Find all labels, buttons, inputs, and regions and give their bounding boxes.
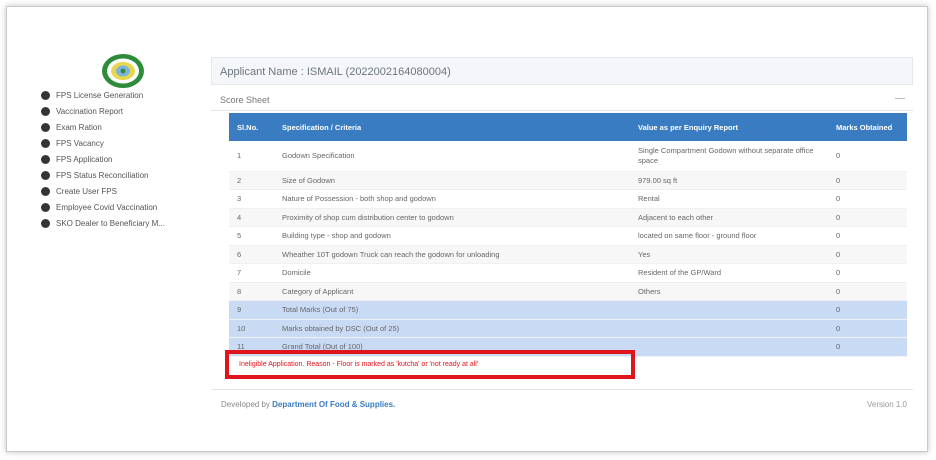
cell-sl: 10	[229, 319, 274, 338]
column-header-value: Value as per Enquiry Report	[630, 113, 828, 141]
browser-frame: FPS License Generation Vaccination Repor…	[6, 6, 928, 452]
cell-spec: Proximity of shop cum distribution cente…	[274, 208, 630, 227]
bullet-dot-icon	[41, 122, 50, 132]
cell-marks: 0	[828, 171, 907, 190]
cell-sl: 9	[229, 300, 274, 320]
cell-spec: Godown Specification	[274, 141, 630, 172]
cell-marks: 0	[828, 208, 907, 227]
score-sheet-title: Score Sheet	[220, 95, 270, 105]
cell-value: Yes	[630, 245, 828, 264]
cell-spec: Wheather 10T godown Truck can reach the …	[274, 245, 630, 264]
table-row: 6 Wheather 10T godown Truck can reach th…	[229, 245, 907, 264]
sidebar-item-fps-application[interactable]: FPS Application	[41, 151, 211, 167]
minimize-button[interactable]: —	[895, 93, 905, 104]
cell-value	[630, 319, 828, 338]
cell-value: located on same floor - ground floor	[630, 226, 828, 246]
table-row: 7 Domicile Resident of the GP/Ward 0	[229, 263, 907, 283]
bullet-dot-icon	[41, 202, 50, 212]
bullet-dot-icon	[41, 138, 50, 148]
sidebar-item-fps-vacancy[interactable]: FPS Vacancy	[41, 135, 211, 151]
cell-value: Others	[630, 282, 828, 301]
main-content: Applicant Name : ISMAIL (202200216408000…	[211, 57, 913, 111]
column-header-spec: Specification / Criteria	[274, 113, 630, 141]
bullet-dot-icon	[41, 90, 50, 100]
score-table: Sl.No. Specification / Criteria Value as…	[229, 113, 907, 357]
sidebar-item-label: SKO Dealer to Beneficiary M...	[56, 218, 165, 228]
cell-sl: 1	[229, 141, 274, 172]
cell-spec: Size of Godown	[274, 171, 630, 190]
sidebar-menu: FPS License Generation Vaccination Repor…	[41, 87, 211, 231]
column-header-sl: Sl.No.	[229, 113, 274, 141]
cell-value: 979.00 sq ft	[630, 171, 828, 190]
cell-spec: Total Marks (Out of 75)	[274, 300, 630, 320]
score-table-wrap: Sl.No. Specification / Criteria Value as…	[229, 113, 907, 357]
ineligible-message: Ineligible Application. Reason - Floor i…	[225, 350, 635, 379]
cell-marks: 0	[828, 300, 907, 320]
table-row: 8 Category of Applicant Others 0	[229, 282, 907, 301]
bullet-dot-icon	[41, 186, 50, 196]
table-row: 4 Proximity of shop cum distribution cen…	[229, 208, 907, 227]
sidebar-item-label: Vaccination Report	[56, 106, 123, 116]
version-label: Version 1.0	[866, 400, 907, 409]
table-row: 1 Godown Specification Single Compartmen…	[229, 141, 907, 172]
bullet-dot-icon	[41, 218, 50, 228]
cell-spec: Marks obtained by DSC (Out of 25)	[274, 319, 630, 338]
sidebar-item-label: Create User FPS	[56, 186, 117, 196]
sidebar-item-label: Exam Ration	[56, 122, 102, 132]
cell-value: Resident of the GP/Ward	[630, 263, 828, 283]
cell-marks: 0	[828, 319, 907, 338]
sidebar-item-employee-covid-vaccination[interactable]: Employee Covid Vaccination	[41, 199, 211, 215]
cell-value	[630, 337, 828, 357]
cell-spec: Domicile	[274, 263, 630, 283]
cell-sl: 7	[229, 263, 274, 283]
total-row: 10 Marks obtained by DSC (Out of 25) 0	[229, 319, 907, 338]
sidebar-item-exam-ration[interactable]: Exam Ration	[41, 119, 211, 135]
cell-spec: Building type - shop and godown	[274, 226, 630, 246]
bullet-dot-icon	[41, 170, 50, 180]
sidebar-item-fps-license-generation[interactable]: FPS License Generation	[41, 87, 211, 103]
cell-marks: 0	[828, 189, 907, 209]
cell-marks: 0	[828, 263, 907, 283]
bullet-dot-icon	[41, 106, 50, 116]
sidebar-item-label: FPS Vacancy	[56, 138, 104, 148]
sidebar-item-label: FPS License Generation	[56, 90, 144, 100]
total-row: 9 Total Marks (Out of 75) 0	[229, 300, 907, 320]
bullet-dot-icon	[41, 154, 50, 164]
column-header-marks: Marks Obtained	[828, 113, 907, 141]
footer: Developed by Department Of Food & Suppli…	[211, 389, 913, 419]
sidebar-item-label: FPS Application	[56, 154, 113, 164]
score-sheet-header: Score Sheet —	[211, 89, 913, 111]
emblem-logo	[102, 54, 144, 88]
cell-value: Single Compartment Godown without separa…	[630, 141, 828, 172]
sidebar-item-sko-dealer-to-beneficiary[interactable]: SKO Dealer to Beneficiary M...	[41, 215, 211, 231]
sidebar-item-vaccination-report[interactable]: Vaccination Report	[41, 103, 211, 119]
cell-marks: 0	[828, 282, 907, 301]
cell-value: Adjacent to each other	[630, 208, 828, 227]
cell-marks: 0	[828, 245, 907, 264]
table-row: 3 Nature of Possession - both shop and g…	[229, 189, 907, 209]
cell-marks: 0	[828, 337, 907, 357]
cell-sl: 3	[229, 189, 274, 209]
sidebar-item-fps-status-reconciliation[interactable]: FPS Status Reconciliation	[41, 167, 211, 183]
table-header-row: Sl.No. Specification / Criteria Value as…	[229, 113, 907, 141]
sidebar-item-create-user-fps[interactable]: Create User FPS	[41, 183, 211, 199]
applicant-name-bar: Applicant Name : ISMAIL (202200216408000…	[211, 57, 913, 85]
cell-sl: 8	[229, 282, 274, 301]
footer-prefix: Developed by	[221, 400, 273, 409]
sidebar-item-label: FPS Status Reconciliation	[56, 170, 149, 180]
department-link[interactable]: Department Of Food & Supplies.	[272, 400, 395, 409]
table-row: 5 Building type - shop and godown locate…	[229, 226, 907, 246]
table-row: 2 Size of Godown 979.00 sq ft 0	[229, 171, 907, 190]
cell-value: Rental	[630, 189, 828, 209]
cell-marks: 0	[828, 226, 907, 246]
cell-sl: 2	[229, 171, 274, 190]
cell-value	[630, 300, 828, 320]
cell-marks: 0	[828, 141, 907, 172]
sidebar-item-label: Employee Covid Vaccination	[56, 202, 158, 212]
cell-sl: 5	[229, 226, 274, 246]
cell-sl: 6	[229, 245, 274, 264]
cell-sl: 4	[229, 208, 274, 227]
cell-spec: Category of Applicant	[274, 282, 630, 301]
cell-spec: Nature of Possession - both shop and god…	[274, 189, 630, 209]
